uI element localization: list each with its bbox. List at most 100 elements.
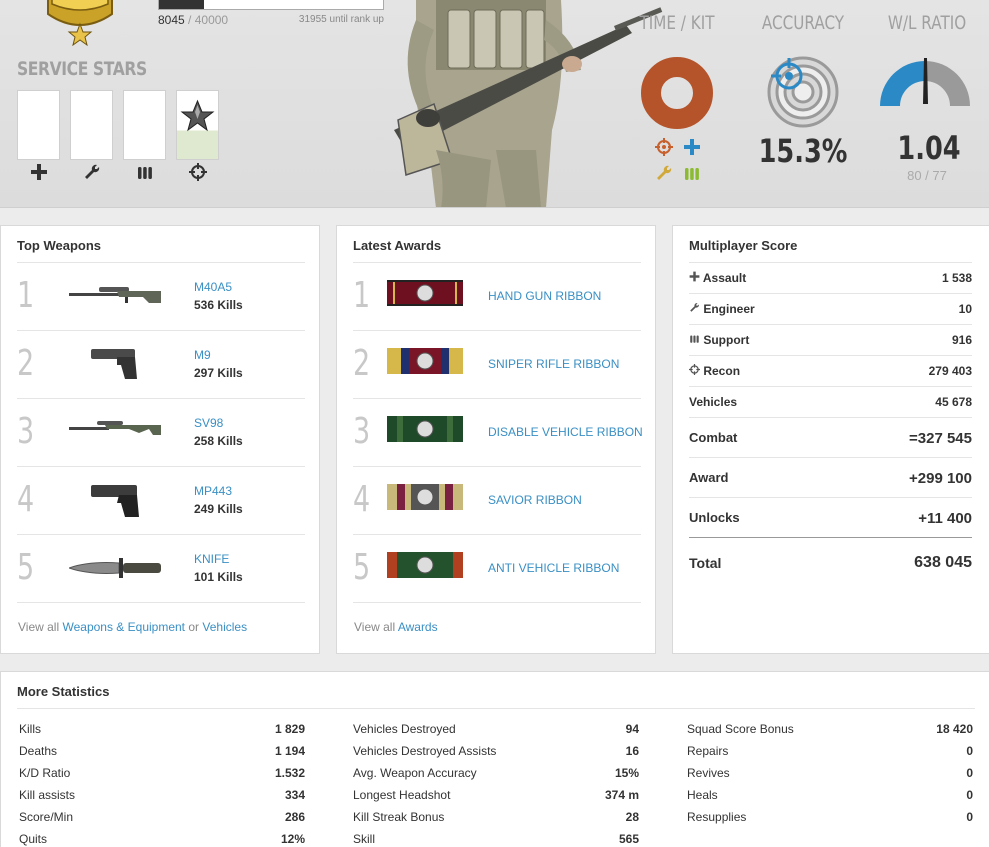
- stat-row: Kill assists 334: [19, 788, 305, 810]
- ribbon-anti-vehicle-icon: [387, 552, 463, 578]
- award-rank: 3: [353, 411, 371, 452]
- ammo-icon: [690, 335, 699, 343]
- ribbon-sniper-rifle-icon: [387, 348, 463, 374]
- stat-row: Skill 565: [353, 832, 639, 847]
- score-row-total: Total 638 045: [689, 554, 972, 571]
- rifle-m40a5-icon: [69, 287, 161, 303]
- service-star-icon: [180, 99, 215, 132]
- view-awards-link[interactable]: Awards: [398, 620, 438, 634]
- latest-awards-panel: Latest Awards 1 HAND GUN RIBBON 2 SNIPER…: [336, 225, 656, 654]
- weapon-name-link[interactable]: KNIFE: [194, 552, 229, 566]
- score-value: =327 545: [909, 430, 972, 447]
- score-label: Vehicles: [689, 395, 738, 409]
- wl-ratio-sub: 80 / 77: [907, 168, 947, 183]
- multiplayer-score-title: Multiplayer Score: [689, 238, 798, 253]
- award-name-link[interactable]: HAND GUN RIBBON: [488, 289, 601, 303]
- score-row-assault: Assault 1 538: [689, 271, 972, 285]
- award-rank: 2: [353, 343, 371, 384]
- weapon-name-link[interactable]: MP443: [194, 484, 232, 498]
- stat-label: Quits: [19, 832, 48, 846]
- knife-icon: [69, 558, 161, 578]
- score-label: Award: [689, 470, 729, 485]
- stat-row: Vehicles Destroyed Assists 16: [353, 744, 639, 766]
- weapon-rank: 5: [17, 547, 35, 588]
- rank-progress-current: 8045: [158, 13, 185, 27]
- award-name-link[interactable]: DISABLE VEHICLE RIBBON: [488, 425, 643, 439]
- weapon-row[interactable]: 4 MP443 249 Kills: [1, 467, 321, 535]
- view-vehicles-link[interactable]: Vehicles: [202, 620, 247, 634]
- award-row[interactable]: 3 DISABLE VEHICLE RIBBON: [337, 399, 657, 467]
- stat-label: K/D Ratio: [19, 766, 71, 780]
- total-value: 638 045: [914, 554, 972, 571]
- stat-row: Vehicles Destroyed 94: [353, 722, 639, 744]
- weapon-row[interactable]: 3 SV98 258 Kills: [1, 399, 321, 467]
- weapon-row[interactable]: 5 KNIFE 101 Kills: [1, 535, 321, 603]
- plus-icon: [689, 271, 700, 282]
- total-label: Total: [689, 555, 722, 571]
- weapon-rank: 3: [17, 411, 35, 452]
- wl-ratio-title: W/L RATIO: [887, 12, 967, 34]
- service-star-slot-support[interactable]: [123, 90, 166, 160]
- weapon-name-link[interactable]: M40A5: [194, 280, 232, 294]
- stat-row: Squad Score Bonus 18 420: [687, 722, 973, 744]
- kit-wrench-icon: [655, 164, 673, 187]
- award-name-link[interactable]: ANTI VEHICLE RIBBON: [488, 561, 619, 575]
- stat-row: Resupplies 0: [687, 810, 973, 832]
- crosshair-icon: [689, 364, 700, 375]
- stat-row: Avg. Weapon Accuracy 15%: [353, 766, 639, 788]
- award-row[interactable]: 1 HAND GUN RIBBON: [337, 263, 657, 331]
- ribbon-savior-icon: [387, 484, 463, 510]
- stat-label: Repairs: [687, 744, 729, 758]
- stat-row: K/D Ratio 1.532: [19, 766, 305, 788]
- footer-prefix: View all: [354, 620, 396, 634]
- view-weapons-link[interactable]: Weapons & Equipment: [62, 620, 185, 634]
- rank-progress-bar: [158, 0, 384, 10]
- weapon-row[interactable]: 1 M40A5 536 Kills: [1, 263, 321, 331]
- weapon-row[interactable]: 2 M9 297 Kills: [1, 331, 321, 399]
- award-row[interactable]: 4 SAVIOR RIBBON: [337, 467, 657, 535]
- pistol-m9-icon: [91, 349, 137, 379]
- service-star-slot-assault[interactable]: [17, 90, 60, 160]
- award-rank: 1: [353, 275, 371, 316]
- score-value: 916: [951, 333, 972, 347]
- top-weapons-panel: Top Weapons 1 M40A5 536 Kills 2 M9 297 K…: [0, 225, 320, 654]
- accuracy-title: ACCURACY: [761, 12, 845, 34]
- stat-row: Repairs 0: [687, 744, 973, 766]
- score-row-vehicles: Vehicles 45 678: [689, 395, 972, 409]
- award-row[interactable]: 2 SNIPER RIFLE RIBBON: [337, 331, 657, 399]
- weapon-rank: 1: [17, 275, 35, 316]
- more-statistics-panel: More Statistics Kills 1 829 Deaths 1 194 K/D…: [0, 671, 989, 847]
- rifle-sv98-icon: [69, 421, 161, 435]
- stat-value: 286: [284, 810, 305, 824]
- stat-row: Deaths 1 194: [19, 744, 305, 766]
- service-stars-title: SERVICE STARS: [17, 58, 147, 80]
- award-rank: 5: [353, 547, 371, 588]
- award-name-link[interactable]: SAVIOR RIBBON: [488, 493, 582, 507]
- score-row-recon: Recon 279 403: [689, 364, 972, 378]
- stat-label: Avg. Weapon Accuracy: [353, 766, 477, 780]
- stat-row: Kills 1 829: [19, 722, 305, 744]
- score-value: 45 678: [935, 395, 972, 409]
- rank-progress-total: / 40000: [188, 13, 229, 27]
- weapon-kills: 297 Kills: [194, 366, 243, 380]
- score-label: Assault: [702, 271, 747, 285]
- score-value: 1 538: [941, 271, 972, 285]
- weapon-name-link[interactable]: SV98: [194, 416, 223, 430]
- stat-value: 0: [966, 810, 973, 824]
- award-name-link[interactable]: SNIPER RIFLE RIBBON: [488, 357, 619, 371]
- wrench-icon: [690, 303, 699, 312]
- score-label: Recon: [703, 364, 741, 378]
- weapon-rank: 4: [17, 479, 35, 520]
- weapon-kills: 101 Kills: [194, 570, 243, 584]
- service-star-slot-recon[interactable]: [176, 90, 219, 160]
- stat-value: 1 194: [274, 744, 305, 758]
- award-row[interactable]: 5 ANTI VEHICLE RIBBON: [337, 535, 657, 603]
- stat-label: Score/Min: [19, 810, 74, 824]
- weapon-name-link[interactable]: M9: [194, 348, 211, 362]
- more-statistics-title: More Statistics: [17, 684, 110, 699]
- rank-until-next: 31955 until rank up: [298, 14, 384, 25]
- stat-row: Kill Streak Bonus 28: [353, 810, 639, 832]
- stat-row: Quits 12%: [19, 832, 305, 847]
- service-star-slot-engineer[interactable]: [70, 90, 113, 160]
- score-value: 10: [958, 302, 972, 316]
